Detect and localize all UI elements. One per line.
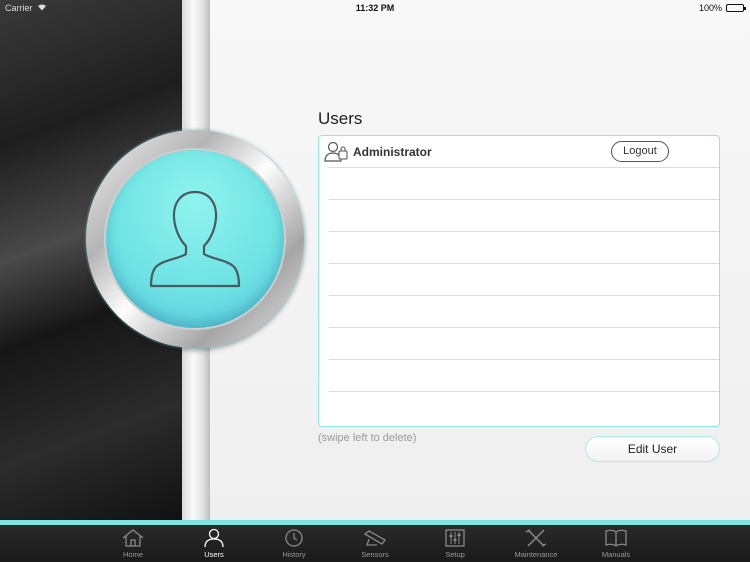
row-divider <box>329 167 719 168</box>
battery-percent: 100% <box>698 3 722 13</box>
tab-setup[interactable]: Setup <box>415 525 495 562</box>
home-icon <box>122 529 144 547</box>
user-row[interactable]: Administrator Logout <box>319 136 719 168</box>
clock-icon <box>285 529 303 547</box>
swipe-hint: (swipe left to delete) <box>318 432 417 444</box>
sliders-icon <box>445 529 465 547</box>
battery-icon <box>726 4 746 12</box>
logout-button[interactable]: Logout <box>611 141 669 162</box>
tab-bar: Home Users History Sensors Setup Mainten… <box>0 525 750 562</box>
tab-maintenance[interactable]: Maintenance <box>496 525 576 562</box>
tab-history[interactable]: History <box>254 525 334 562</box>
row-divider <box>329 231 719 232</box>
row-divider <box>329 391 719 392</box>
users-title: Users <box>318 109 363 128</box>
tools-icon <box>525 529 547 547</box>
edit-user-button[interactable]: Edit User <box>585 436 720 462</box>
tab-sensors[interactable]: Sensors <box>335 525 415 562</box>
tab-users[interactable]: Users <box>174 525 254 562</box>
tab-label: Home <box>122 550 143 559</box>
status-time: 11:32 PM <box>355 3 395 13</box>
user-avatar-button[interactable] <box>86 130 304 348</box>
row-divider <box>329 199 719 200</box>
status-right: 100% <box>698 3 746 13</box>
user-icon <box>204 528 224 548</box>
users-list[interactable]: Administrator Logout <box>318 135 720 427</box>
row-divider <box>329 295 719 296</box>
person-silhouette-icon <box>149 190 241 288</box>
tab-manuals[interactable]: Manuals <box>576 525 656 562</box>
tab-label: History <box>282 550 306 559</box>
row-divider <box>329 359 719 360</box>
tab-label: Setup <box>445 550 465 559</box>
sensor-icon <box>363 530 386 546</box>
avatar-inner <box>106 150 284 328</box>
book-icon <box>605 529 627 547</box>
admin-user-icon <box>324 141 350 168</box>
status-bar: Carrier 11:32 PM 100% <box>0 0 750 16</box>
user-name: Administrator <box>353 145 432 159</box>
tab-home[interactable]: Home <box>93 525 173 562</box>
row-divider <box>329 327 719 328</box>
tab-label: Sensors <box>361 550 389 559</box>
tab-label: Users <box>204 550 224 559</box>
tab-label: Maintenance <box>514 550 558 559</box>
tab-label: Manuals <box>601 550 631 559</box>
row-divider <box>329 263 719 264</box>
